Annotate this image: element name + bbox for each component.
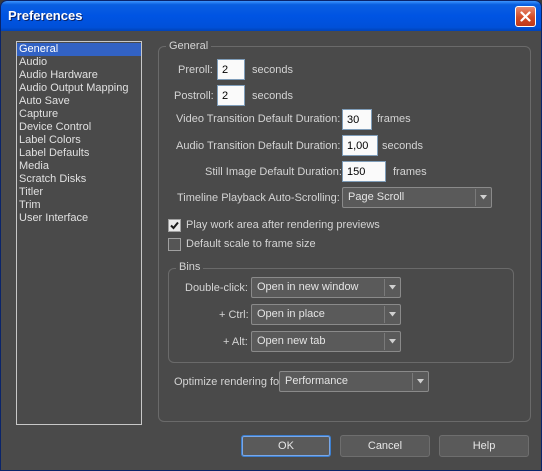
double-click-label: Double-click: [185,282,248,294]
still-image-label: Still Image Default Duration: [205,166,342,178]
audio-transition-field[interactable] [342,135,378,156]
chevron-down-icon [384,279,399,296]
sidebar-item-audio-output-mapping[interactable]: Audio Output Mapping [17,82,141,95]
optimize-dropdown[interactable]: Performance [279,371,429,392]
title-bar[interactable]: Preferences [1,1,541,31]
ctrl-dropdown[interactable]: Open in place [251,304,401,325]
audio-transition-label: Audio Transition Default Duration: [176,140,341,152]
optimize-label: Optimize rendering for: [174,376,286,388]
window-title: Preferences [8,8,83,23]
double-click-dropdown[interactable]: Open in new window [251,277,401,298]
help-button[interactable]: Help [439,435,529,457]
chevron-down-icon [475,189,490,206]
autoscroll-dropdown[interactable]: Page Scroll [342,187,492,208]
dialog-content: General Audio Audio Hardware Audio Output M… [4,31,538,468]
sidebar-item-scratch-disks[interactable]: Scratch Disks [17,173,141,186]
still-image-field[interactable] [342,161,386,182]
video-transition-unit: frames [377,113,411,125]
postroll-label: Postroll: [174,90,214,102]
category-list[interactable]: General Audio Audio Hardware Audio Output M… [16,41,142,425]
chevron-down-icon [384,306,399,323]
audio-transition-unit: seconds [382,140,423,152]
play-work-area-label: Play work area after rendering previews [186,219,380,231]
ctrl-label: + Ctrl: [219,309,249,321]
postroll-field[interactable] [217,85,245,106]
sidebar-item-label-colors[interactable]: Label Colors [17,134,141,147]
sidebar-item-device-control[interactable]: Device Control [17,121,141,134]
default-scale-checkbox[interactable] [168,238,181,251]
general-group [158,46,531,422]
close-icon [520,11,531,22]
sidebar-item-capture[interactable]: Capture [17,108,141,121]
checkmark-icon [170,221,179,230]
alt-dropdown[interactable]: Open new tab [251,331,401,352]
alt-label: + Alt: [223,336,248,348]
double-click-value: Open in new window [257,281,359,293]
default-scale-label: Default scale to frame size [186,238,316,250]
sidebar-item-auto-save[interactable]: Auto Save [17,95,141,108]
ok-button[interactable]: OK [241,435,331,457]
sidebar-item-trim[interactable]: Trim [17,199,141,212]
play-work-area-checkbox[interactable] [168,219,181,232]
sidebar-item-titler[interactable]: Titler [17,186,141,199]
sidebar-item-audio[interactable]: Audio [17,56,141,69]
sidebar-item-user-interface[interactable]: User Interface [17,212,141,225]
video-transition-label: Video Transition Default Duration: [176,113,341,125]
preferences-window: Preferences General Audio Audio Hardware Au… [0,0,542,471]
chevron-down-icon [384,333,399,350]
cancel-button[interactable]: Cancel [340,435,430,457]
preroll-label: Preroll: [178,64,213,76]
close-button[interactable] [515,6,536,27]
preroll-field[interactable] [217,59,245,80]
postroll-unit: seconds [252,90,293,102]
ctrl-value: Open in place [257,308,325,320]
sidebar-item-media[interactable]: Media [17,160,141,173]
bins-group-title: Bins [176,261,204,273]
still-image-unit: frames [393,166,427,178]
sidebar-item-audio-hardware[interactable]: Audio Hardware [17,69,141,82]
sidebar-item-label-defaults[interactable]: Label Defaults [17,147,141,160]
optimize-value: Performance [285,375,348,387]
video-transition-field[interactable] [342,109,372,130]
autoscroll-label: Timeline Playback Auto-Scrolling: [177,192,340,204]
preroll-unit: seconds [252,64,293,76]
general-group-title: General [166,40,212,52]
chevron-down-icon [412,373,427,390]
sidebar-item-general[interactable]: General [17,43,141,56]
alt-value: Open new tab [257,335,326,347]
autoscroll-value: Page Scroll [348,191,405,203]
